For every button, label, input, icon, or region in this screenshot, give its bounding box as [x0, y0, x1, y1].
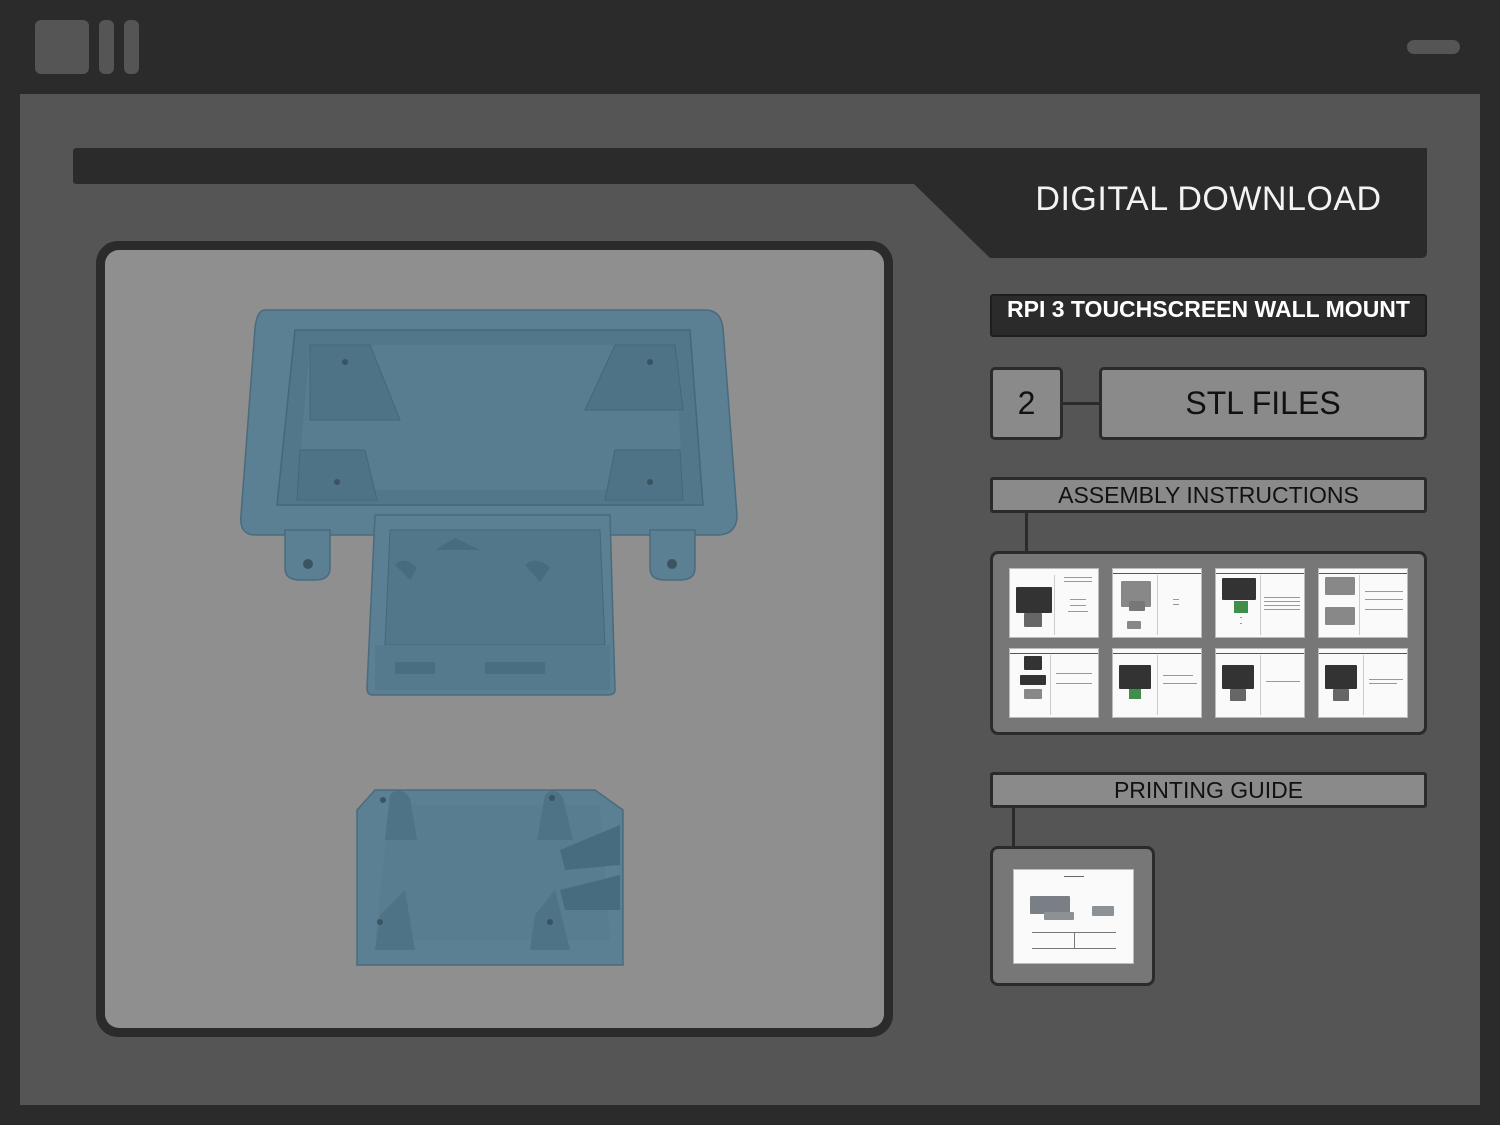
printing-guide-header[interactable]: PRINTING GUIDE: [990, 772, 1427, 808]
connector-line: [1063, 402, 1099, 405]
assembly-page-thumb-step-4[interactable]: [1215, 648, 1305, 718]
window-menu-icon[interactable]: [35, 20, 89, 74]
assembly-page-thumb-step-3[interactable]: [1112, 648, 1202, 718]
assembly-instructions-header[interactable]: ASSEMBLY INSTRUCTIONS: [990, 477, 1427, 513]
assembly-page-thumb-step-5[interactable]: [1318, 648, 1408, 718]
assembly-page-thumb-cover[interactable]: [1009, 568, 1099, 638]
window-columns-icon-right[interactable]: [124, 20, 139, 74]
assembly-page-thumb-printed-parts[interactable]: [1112, 568, 1202, 638]
assembly-thumbnails-panel: [990, 551, 1427, 735]
window-columns-icon[interactable]: [99, 20, 114, 74]
window-minimize-icon[interactable]: [1407, 40, 1460, 54]
page-title: DIGITAL DOWNLOAD: [1035, 180, 1382, 218]
model-viewport[interactable]: [105, 250, 884, 1028]
printing-guide-panel: [990, 846, 1155, 986]
stl-files-button[interactable]: STL FILES: [1099, 367, 1427, 440]
product-name: RPI 3 TOUCHSCREEN WALL MOUNT: [990, 294, 1427, 337]
assembly-page-thumb-step-2[interactable]: [1009, 648, 1099, 718]
file-count-badge: 2: [990, 367, 1063, 440]
connector-line-printing: [1012, 808, 1015, 846]
model-render: [240, 309, 738, 966]
model-tab-left: [284, 529, 331, 581]
printing-guide-thumb[interactable]: [1013, 869, 1134, 964]
connector-line-assembly: [1025, 513, 1028, 551]
assembly-page-thumb-step-1[interactable]: [1318, 568, 1408, 638]
model-tab-right: [649, 529, 696, 581]
assembly-page-thumb-hardware[interactable]: [1215, 568, 1305, 638]
